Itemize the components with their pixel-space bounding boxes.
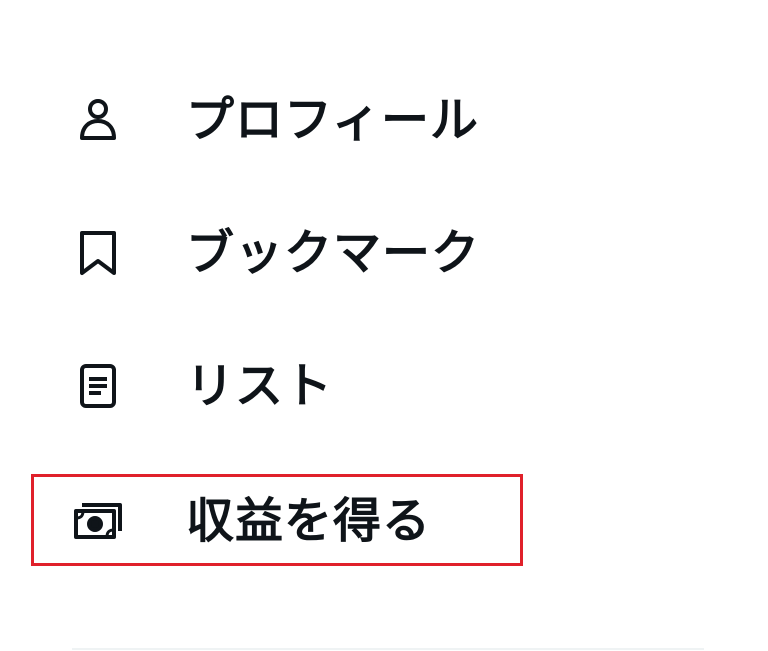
divider bbox=[72, 648, 704, 650]
menu-item-monetize[interactable]: 収益を得る bbox=[72, 481, 572, 561]
menu-item-profile[interactable]: プロフィール bbox=[72, 80, 572, 160]
money-icon bbox=[72, 495, 124, 547]
menu-item-lists[interactable]: リスト bbox=[72, 346, 572, 426]
menu-item-bookmarks[interactable]: ブックマーク bbox=[72, 213, 572, 293]
side-menu: プロフィール ブックマーク リスト 収益を得る bbox=[0, 0, 768, 651]
list-icon bbox=[72, 360, 124, 412]
menu-item-label: リスト bbox=[186, 358, 334, 414]
menu-item-label: ブックマーク bbox=[186, 225, 481, 281]
menu-item-label: 収益を得る bbox=[186, 493, 432, 549]
person-icon bbox=[72, 94, 124, 146]
menu-item-label: プロフィール bbox=[186, 92, 480, 148]
bookmark-icon bbox=[72, 227, 124, 279]
